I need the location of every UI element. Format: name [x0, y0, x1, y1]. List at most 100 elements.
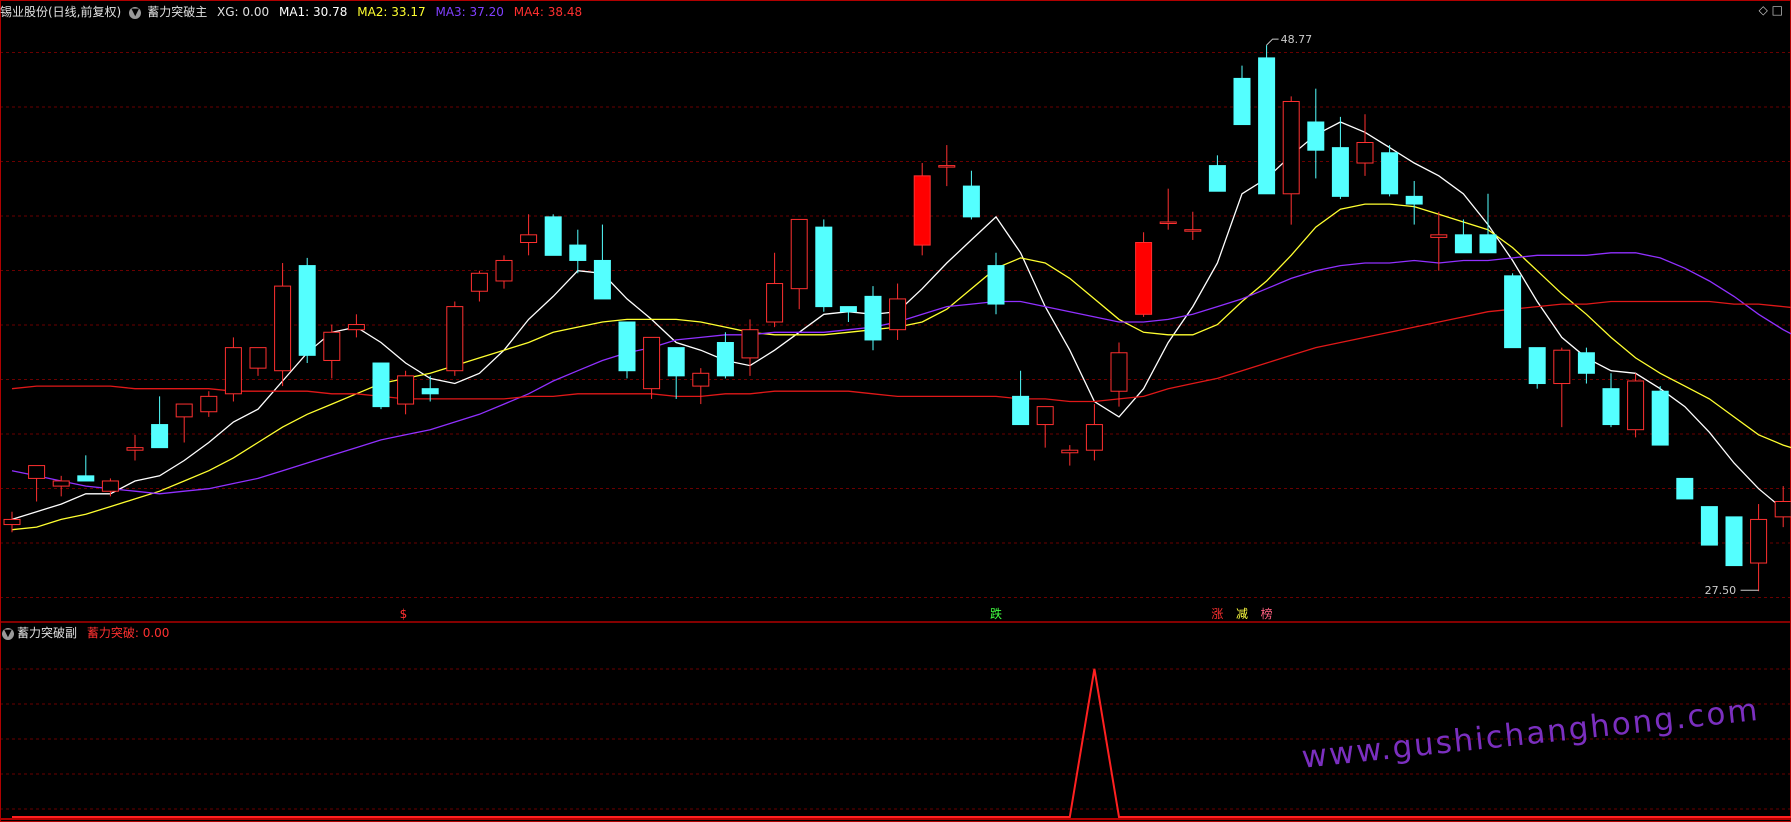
diamond-icon[interactable]: ◇: [1759, 3, 1768, 17]
indicator-name[interactable]: 蓄力突破主: [147, 5, 207, 19]
candle[interactable]: [1381, 145, 1399, 197]
candle-body: [274, 285, 292, 372]
candle[interactable]: [249, 347, 267, 376]
candle[interactable]: [470, 270, 488, 302]
candle[interactable]: [1061, 445, 1079, 466]
candle[interactable]: [1331, 116, 1349, 199]
candle[interactable]: [1159, 188, 1177, 230]
candle[interactable]: [495, 255, 513, 289]
candle[interactable]: [1774, 486, 1791, 528]
candle-body: [470, 272, 488, 292]
candle-body: [1036, 406, 1054, 426]
candle[interactable]: [1184, 211, 1202, 240]
candle[interactable]: [766, 252, 784, 328]
candle[interactable]: [274, 263, 292, 387]
candle[interactable]: [544, 214, 562, 256]
collapse-icon[interactable]: ▼: [129, 6, 142, 19]
candle-body: [1135, 242, 1153, 315]
candle[interactable]: [667, 347, 685, 399]
sub-indicator-name[interactable]: 蓄力突破副: [17, 626, 77, 640]
candle[interactable]: [962, 170, 980, 220]
candle[interactable]: [839, 306, 857, 322]
candle-body: [1356, 142, 1374, 164]
candle[interactable]: [175, 403, 193, 443]
candle[interactable]: [28, 465, 46, 502]
candle[interactable]: [1700, 506, 1718, 546]
candle-body: [520, 234, 538, 244]
candle[interactable]: [1036, 406, 1054, 448]
candle[interactable]: [1405, 180, 1423, 225]
collapse-sub-icon[interactable]: ▼: [2, 627, 14, 640]
candle[interactable]: [1135, 232, 1153, 317]
candle[interactable]: [1233, 65, 1251, 126]
ma1-value: MA1: 30.78: [278, 5, 348, 19]
candle[interactable]: [1504, 273, 1522, 349]
candle[interactable]: [1528, 347, 1546, 389]
candle[interactable]: [1110, 342, 1128, 407]
min-price-label: 27.50: [1705, 584, 1737, 597]
candle-body: [1208, 165, 1226, 192]
candle[interactable]: [1602, 373, 1620, 428]
candle-body: [1454, 234, 1472, 254]
candle[interactable]: [938, 145, 956, 187]
candle[interactable]: [569, 229, 587, 274]
candle[interactable]: [1627, 373, 1645, 438]
candle[interactable]: [397, 370, 415, 415]
candle[interactable]: [126, 434, 144, 461]
candle[interactable]: [372, 362, 390, 410]
candle[interactable]: [520, 214, 538, 256]
candle[interactable]: [889, 283, 907, 340]
ma4-value: MA4: 38.48: [513, 5, 583, 19]
candle[interactable]: [347, 314, 365, 338]
candle[interactable]: [1085, 404, 1103, 461]
candle[interactable]: [1750, 504, 1768, 592]
candle[interactable]: [1676, 477, 1694, 500]
candle[interactable]: [446, 301, 464, 376]
candle[interactable]: [593, 224, 611, 300]
candlesticks[interactable]: [3, 45, 1791, 592]
candle-body: [618, 321, 636, 372]
candle[interactable]: [692, 368, 710, 405]
candle[interactable]: [741, 319, 759, 376]
candle[interactable]: [1577, 347, 1595, 384]
candle-body: [1479, 234, 1497, 254]
candle[interactable]: [913, 163, 931, 256]
candle-body: [1602, 388, 1620, 426]
candle[interactable]: [643, 336, 661, 399]
candle[interactable]: [77, 455, 95, 482]
max-price-label: 48.77: [1281, 33, 1313, 46]
candle[interactable]: [200, 391, 218, 417]
candle[interactable]: [224, 337, 242, 402]
candle[interactable]: [151, 396, 169, 449]
candle[interactable]: [298, 257, 316, 364]
candle[interactable]: [618, 321, 636, 379]
ma2-value: MA2: 33.17: [357, 5, 426, 19]
candle-body: [987, 265, 1005, 305]
candle[interactable]: [716, 332, 734, 379]
candle[interactable]: [815, 219, 833, 312]
candle[interactable]: [1282, 96, 1300, 225]
candle[interactable]: [1651, 386, 1669, 446]
candle-body: [889, 298, 907, 331]
candle-body: [643, 336, 661, 390]
candle[interactable]: [1356, 114, 1374, 176]
candle[interactable]: [1454, 219, 1472, 254]
candle[interactable]: [987, 252, 1005, 315]
stock-name[interactable]: 锡业股份(日线,前复权): [0, 5, 121, 19]
candle[interactable]: [1479, 193, 1497, 254]
candle[interactable]: [790, 218, 808, 310]
candle[interactable]: [1725, 516, 1743, 567]
close-icon[interactable]: □: [1772, 3, 1783, 17]
candle-body: [864, 295, 882, 341]
candle[interactable]: [52, 475, 70, 497]
candle[interactable]: [1258, 45, 1276, 195]
candle-body: [3, 518, 21, 526]
candle[interactable]: [1208, 155, 1226, 192]
candle[interactable]: [323, 324, 341, 379]
candle-body: [692, 372, 710, 387]
candle[interactable]: [864, 286, 882, 351]
candle[interactable]: [1307, 88, 1325, 179]
candle[interactable]: [1553, 347, 1571, 428]
candle[interactable]: [1012, 370, 1030, 426]
sub-indicator-value: 蓄力突破: 0.00: [86, 626, 170, 640]
